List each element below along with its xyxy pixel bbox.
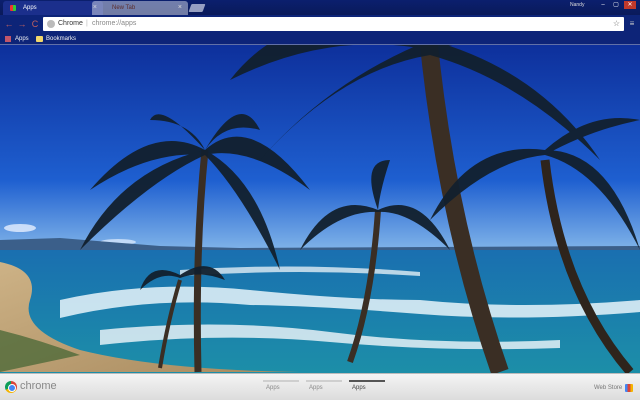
tab-apps[interactable]: Apps ×	[3, 1, 103, 15]
profile-name[interactable]: Nandy	[570, 2, 584, 8]
maximize-button[interactable]: ▢	[610, 1, 622, 9]
close-window-button[interactable]: ✕	[624, 1, 636, 9]
bookmarks-bar: Apps Bookmarks	[0, 33, 640, 45]
web-store-link[interactable]: Web Store	[594, 385, 622, 391]
chrome-page-icon	[47, 20, 55, 28]
new-tab-button[interactable]	[188, 4, 206, 12]
web-store-icon[interactable]	[625, 384, 633, 392]
omnibox-separator: |	[86, 20, 88, 27]
ntp-bottom-bar: chrome Apps Apps Apps Web Store	[0, 373, 640, 400]
tab-new-tab[interactable]: New Tab ×	[92, 1, 188, 15]
close-tab-icon[interactable]: ×	[178, 1, 182, 15]
tab-label: New Tab	[112, 5, 136, 11]
toolbar: ← → C Chrome | chrome://apps ☆ ≡	[0, 15, 640, 33]
omnibox-scheme: Chrome	[58, 20, 83, 27]
minimize-button[interactable]: –	[597, 1, 609, 9]
page-tab-2[interactable]: Apps	[309, 385, 323, 391]
bookmark-apps-label: Apps	[15, 36, 29, 42]
page-indicator[interactable]	[306, 380, 342, 382]
forward-button[interactable]: →	[16, 17, 28, 31]
omnibox[interactable]: Chrome | chrome://apps ☆	[43, 17, 624, 31]
page-tab-1[interactable]: Apps	[266, 385, 280, 391]
back-button[interactable]: ←	[3, 17, 15, 31]
bookmark-folder[interactable]: Bookmarks	[36, 34, 76, 44]
tab-label: Apps	[23, 5, 37, 11]
bookmark-star-icon[interactable]: ☆	[613, 17, 620, 31]
reload-button[interactable]: C	[29, 17, 41, 31]
chrome-logo-icon	[5, 381, 17, 393]
page-indicator-active[interactable]	[349, 380, 385, 382]
bookmark-folder-label: Bookmarks	[46, 36, 77, 42]
tab-strip: Apps × New Tab × Nandy – ▢ ✕	[0, 0, 640, 15]
apps-grid-icon	[5, 36, 11, 42]
chrome-logo-text: chrome	[20, 380, 57, 392]
chrome-menu-button[interactable]: ≡	[627, 19, 637, 29]
page-tab-3[interactable]: Apps	[352, 385, 366, 391]
folder-icon	[36, 36, 43, 42]
omnibox-url[interactable]: chrome://apps	[92, 17, 136, 31]
bookmark-apps[interactable]: Apps	[5, 34, 29, 44]
page-indicator[interactable]	[263, 380, 299, 382]
background-beach-scene	[0, 0, 640, 400]
apps-favicon-icon	[10, 5, 16, 11]
